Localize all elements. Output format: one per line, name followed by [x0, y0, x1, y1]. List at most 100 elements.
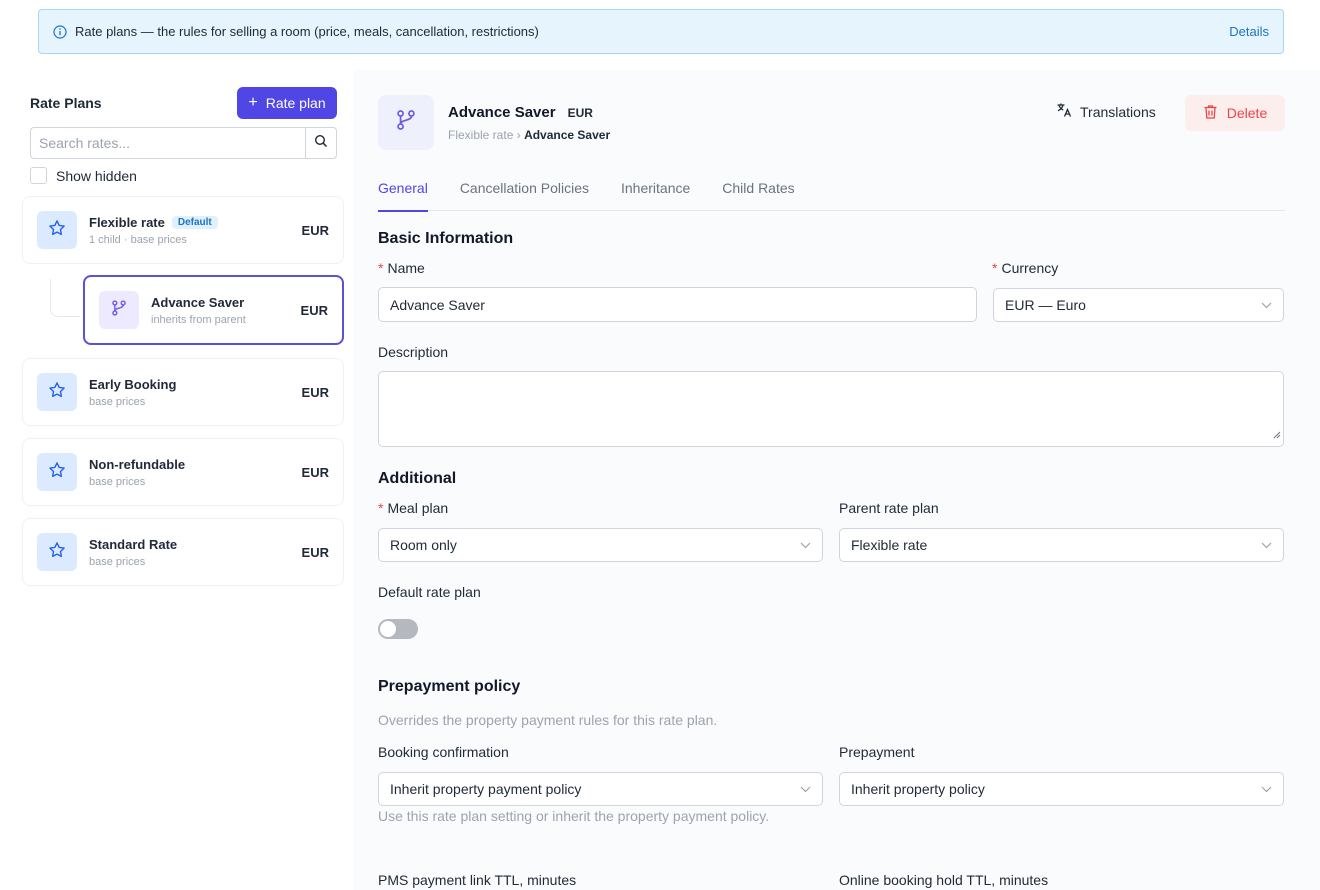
rate-plan-subtitle: 1 child · base prices [89, 233, 187, 246]
rate-plan-icon-box [37, 453, 77, 491]
rate-plan-card-selected[interactable]: Advance Saver inherits from parent EUR [83, 275, 344, 345]
search-button[interactable] [305, 127, 337, 159]
currency-value: EUR — Euro [1005, 297, 1086, 313]
rate-plan-subtitle: inherits from parent [151, 313, 246, 326]
additional-heading: Additional [378, 470, 457, 487]
breadcrumb-separator: › [516, 128, 521, 142]
rate-plan-icon-box [37, 373, 77, 411]
delete-label: Delete [1226, 105, 1268, 121]
chevron-down-icon [1261, 542, 1272, 549]
rate-plan-icon-box [37, 533, 77, 571]
description-textarea[interactable] [378, 371, 1284, 447]
rate-plan-currency: EUR [301, 222, 329, 238]
default-rate-plan-label: Default rate plan [378, 584, 481, 600]
pms-payment-link-ttl-label: PMS payment link TTL, minutes [378, 872, 577, 888]
description-label: Description [378, 344, 449, 360]
meal-plan-value: Room only [390, 537, 457, 553]
rate-plan-name: Flexible rate [89, 214, 165, 230]
name-value: Advance Saver [390, 296, 485, 313]
booking-confirmation-select[interactable]: Inherit property payment policy [378, 772, 823, 806]
rate-plan-name: Standard Rate [89, 536, 178, 552]
translate-icon [1056, 102, 1072, 121]
tab-inheritance[interactable]: Inheritance [621, 180, 690, 211]
name-label-text: Name [387, 260, 425, 276]
prepayment-policy-heading: Prepayment policy [378, 678, 521, 695]
tab-cancellation-policies[interactable]: Cancellation Policies [460, 180, 589, 211]
breadcrumb-parent[interactable]: Flexible rate [448, 128, 513, 142]
rate-plans-sidebar: Rate Plans + Rate plan Show hidden Flexi… [0, 70, 354, 890]
search-input[interactable] [30, 127, 305, 159]
rate-plan-currency: EUR [301, 464, 329, 480]
page-title: Advance Saver [448, 104, 556, 121]
star-icon [47, 380, 67, 405]
default-badge: Default [171, 215, 218, 229]
search-bar [30, 127, 337, 159]
tab-bar: General Cancellation Policies Inheritanc… [378, 180, 1285, 212]
info-banner: Rate plans — the rules for selling a roo… [38, 9, 1284, 54]
rate-plan-subtitle: base prices [89, 395, 146, 408]
parent-rate-plan-label: Parent rate plan [839, 500, 939, 516]
required-marker: * [378, 260, 384, 276]
banner-details-link[interactable]: Details [1229, 24, 1269, 39]
plus-icon: + [248, 94, 258, 111]
show-hidden-toggle[interactable]: Show hidden [30, 167, 137, 184]
info-icon [53, 24, 67, 39]
parent-rate-plan-select[interactable]: Flexible rate [839, 528, 1284, 562]
default-rate-plan-toggle[interactable] [378, 619, 418, 639]
header-currency: EUR [567, 105, 593, 120]
parent-rate-plan-value: Flexible rate [851, 537, 928, 553]
rate-plan-card[interactable]: Non-refundable base prices EUR [22, 438, 344, 506]
branch-icon [109, 298, 129, 323]
breadcrumb: Flexible rate › Advance Saver [448, 128, 610, 142]
header-icon-box [378, 95, 434, 150]
show-hidden-checkbox[interactable] [30, 167, 47, 184]
meal-plan-label-text: Meal plan [387, 500, 449, 516]
add-rate-plan-button[interactable]: + Rate plan [237, 87, 337, 119]
toggle-knob [380, 621, 396, 637]
name-field[interactable]: Advance Saver [378, 287, 977, 322]
rate-plan-icon-box [37, 211, 77, 249]
booking-confirmation-label: Booking confirmation [378, 744, 509, 760]
rate-plan-subtitle: base prices [89, 555, 146, 568]
rate-plan-icon-box [99, 291, 139, 329]
rate-plan-detail: Advance Saver EUR Flexible rate › Advanc… [354, 70, 1320, 890]
tab-child-rates[interactable]: Child Rates [722, 180, 794, 211]
translations-label: Translations [1080, 103, 1156, 120]
show-hidden-label: Show hidden [56, 167, 137, 184]
branch-icon [393, 107, 419, 138]
chevron-down-icon [800, 542, 811, 549]
currency-select[interactable]: EUR — Euro [993, 288, 1284, 322]
rate-plan-card[interactable]: Flexible rate Default 1 child · base pric… [22, 196, 344, 264]
booking-confirmation-help: Use this rate plan setting or inherit th… [378, 808, 770, 824]
delete-button[interactable]: Delete [1185, 95, 1285, 131]
meal-plan-select[interactable]: Room only [378, 528, 823, 562]
online-booking-hold-ttl-label: Online booking hold TTL, minutes [839, 872, 1049, 888]
meal-plan-label: * Meal plan [378, 500, 448, 516]
rate-plan-name: Early Booking [89, 376, 177, 392]
currency-label: * Currency [992, 260, 1058, 276]
rate-plan-subtitle: base prices [89, 475, 146, 488]
chevron-down-icon [1261, 786, 1272, 793]
child-connector-line [50, 279, 80, 317]
prepayment-description: Overrides the property payment rules for… [378, 712, 718, 728]
name-label: * Name [378, 260, 425, 276]
search-icon [314, 134, 328, 153]
currency-label-text: Currency [1001, 260, 1059, 276]
rate-plan-name: Non-refundable [89, 456, 186, 472]
rate-plan-card[interactable]: Standard Rate base prices EUR [22, 518, 344, 586]
translations-button[interactable]: Translations [1056, 102, 1156, 121]
booking-confirmation-value: Inherit property payment policy [390, 781, 582, 797]
required-marker: * [992, 260, 998, 276]
tab-general[interactable]: General [378, 180, 428, 212]
rate-plan-name: Advance Saver [151, 294, 245, 310]
star-icon [47, 218, 67, 243]
rate-plan-currency: EUR [300, 302, 328, 318]
required-marker: * [378, 500, 384, 516]
prepayment-select[interactable]: Inherit property policy [839, 772, 1284, 806]
sidebar-title: Rate Plans [30, 95, 102, 111]
resize-handle-icon[interactable] [1273, 426, 1281, 444]
rate-plan-card[interactable]: Early Booking base prices EUR [22, 358, 344, 426]
banner-text: Rate plans — the rules for selling a roo… [75, 24, 539, 39]
trash-icon [1203, 104, 1218, 123]
chevron-down-icon [1261, 302, 1272, 309]
